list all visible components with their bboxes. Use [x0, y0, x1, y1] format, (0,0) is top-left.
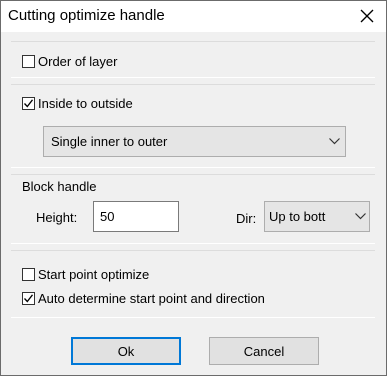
order-of-layer-checkbox[interactable]: [22, 55, 35, 68]
cancel-button[interactable]: Cancel: [209, 337, 319, 365]
order-of-layer-label: Order of layer: [38, 54, 118, 69]
close-icon: [360, 9, 374, 23]
dir-value: Up to bott: [269, 209, 326, 224]
auto-determine-checkbox[interactable]: [22, 292, 35, 305]
ok-button-label: Ok: [117, 343, 135, 359]
check-icon: [24, 99, 34, 108]
order-of-layer-checkbox-row[interactable]: Order of layer: [22, 54, 117, 69]
cancel-button-label: Cancel: [243, 343, 285, 359]
start-point-group: [11, 250, 375, 318]
dir-label: Dir:: [236, 211, 257, 226]
auto-determine-label: Auto determine start point and direction: [38, 291, 265, 306]
ok-button[interactable]: Ok: [71, 337, 181, 365]
auto-determine-row[interactable]: Auto determine start point and direction: [22, 291, 265, 306]
check-icon: [24, 294, 34, 303]
inner-outer-mode-select[interactable]: Single inner to outer: [43, 126, 346, 157]
dialog-title: Cutting optimize handle: [8, 7, 165, 24]
height-label: Height:: [36, 210, 78, 225]
block-handle-title: Block handle: [22, 179, 97, 194]
cutting-optimize-dialog: Cutting optimize handle Order of layer I…: [0, 0, 387, 376]
inside-to-outside-checkbox-row[interactable]: Inside to outside: [22, 96, 133, 111]
height-input[interactable]: 50: [93, 201, 179, 232]
height-value: 50: [100, 209, 115, 224]
chevron-down-icon: [351, 202, 369, 231]
start-point-optimize-row[interactable]: Start point optimize: [22, 267, 149, 282]
start-point-optimize-label: Start point optimize: [38, 267, 150, 282]
inside-to-outside-label: Inside to outside: [38, 96, 133, 111]
inside-to-outside-checkbox[interactable]: [22, 97, 35, 110]
inner-outer-mode-value: Single inner to outer: [51, 134, 168, 149]
close-button[interactable]: [354, 3, 380, 29]
title-bar: Cutting optimize handle: [1, 1, 386, 32]
start-point-optimize-checkbox[interactable]: [22, 268, 35, 281]
dir-select[interactable]: Up to bott: [264, 201, 370, 232]
chevron-down-icon: [323, 127, 345, 156]
